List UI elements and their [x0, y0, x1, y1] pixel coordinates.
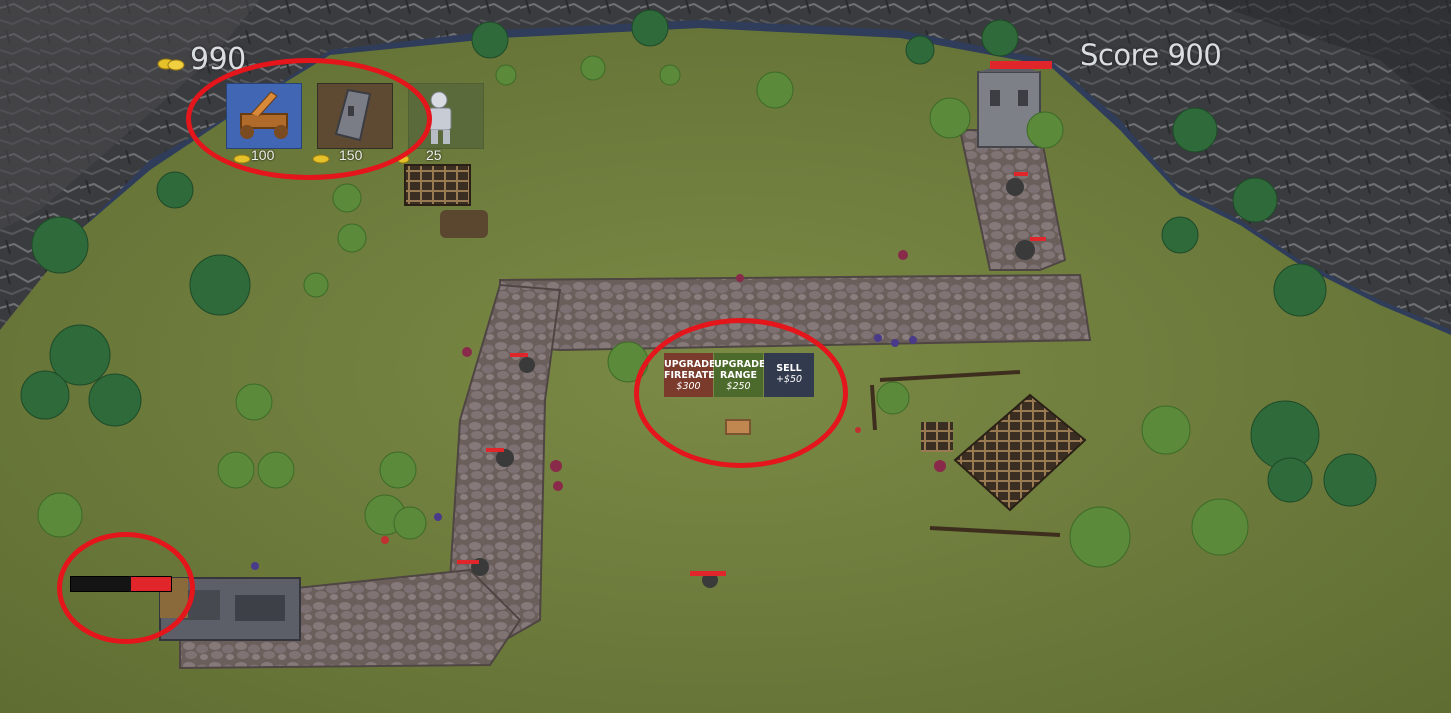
- upgrade-range-label: UPGRADE RANGE: [714, 359, 766, 381]
- catapult-icon: [240, 91, 288, 139]
- knight-icon: [428, 91, 452, 144]
- upgrade-firerate-price: $300: [676, 381, 701, 392]
- gold-coin-icon: [312, 151, 330, 169]
- enemy-health-bar: [486, 448, 504, 452]
- stone-tower-icon: [318, 84, 392, 148]
- enemy-health-bar: [1030, 237, 1046, 241]
- sell-label: SELL: [776, 363, 802, 374]
- shop-price-stone-tower: 150: [339, 147, 363, 163]
- enemy-health-bar: [990, 61, 1052, 69]
- base-health-bar: [70, 576, 172, 592]
- shop-item-stone-tower[interactable]: [317, 83, 393, 149]
- shop-item-knight[interactable]: [408, 83, 484, 149]
- selected-tower[interactable]: [725, 419, 751, 435]
- upgrade-range-button[interactable]: UPGRADE RANGE $250: [714, 353, 766, 397]
- shop-item-catapult[interactable]: [226, 83, 302, 149]
- gold-coin-icon: [233, 151, 251, 169]
- gold-coin-icon: [396, 151, 410, 169]
- upgrade-firerate-label: UPGRADE FIRERATE: [664, 359, 716, 381]
- score-display: Score 900: [1080, 38, 1222, 72]
- sell-button[interactable]: SELL +$50: [764, 353, 814, 397]
- sell-price: +$50: [775, 374, 803, 385]
- gold-coin-icon: [156, 56, 186, 77]
- enemy-health-bar: [690, 571, 726, 576]
- upgrade-firerate-button[interactable]: UPGRADE FIRERATE $300: [664, 353, 716, 397]
- shop-price-catapult: 100: [251, 147, 275, 163]
- enemy-health-bar: [1014, 172, 1028, 176]
- base-health-fill: [131, 577, 171, 591]
- shop-price-knight: 25: [426, 147, 442, 163]
- upgrade-range-price: $250: [726, 381, 751, 392]
- enemy-health-bar: [510, 353, 528, 357]
- player-base: [159, 577, 301, 641]
- enemy-health-bar: [457, 560, 479, 564]
- gold-amount: 990: [190, 42, 246, 77]
